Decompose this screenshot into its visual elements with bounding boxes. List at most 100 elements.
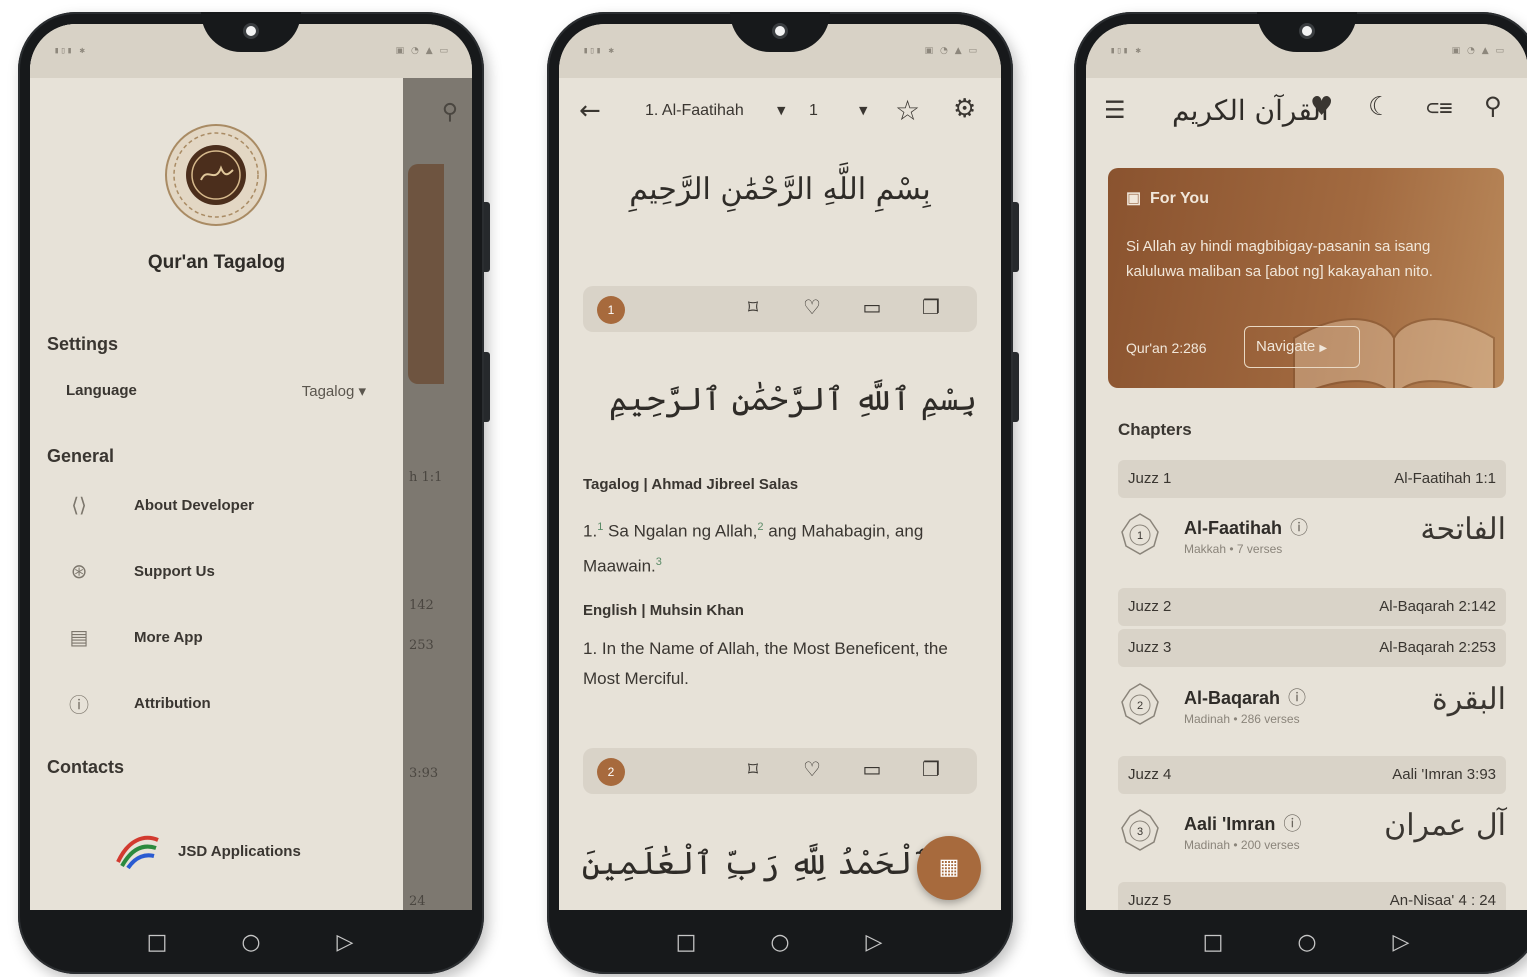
juzz-start: Aali 'Imran 3:93	[1392, 766, 1496, 783]
juzz-label: Juzz 4	[1128, 766, 1172, 783]
language-setting[interactable]: Language Tagalog ▾	[66, 382, 366, 400]
juzz-start: Al-Faatihah 1:1	[1394, 470, 1496, 487]
status-left-icons: ▮▯▮ ✱	[1110, 46, 1143, 56]
camera-icon	[772, 23, 788, 39]
home-icon[interactable]: ○	[238, 930, 264, 955]
copy-icon[interactable]: ❐	[918, 757, 944, 781]
chevron-down-icon: ▾	[358, 383, 366, 400]
recents-icon[interactable]: □	[673, 930, 699, 955]
system-nav-bar: □ ○ ▷	[1074, 910, 1527, 974]
developer-brand[interactable]: JSD Applications	[114, 832, 301, 870]
menu-icon[interactable]: ☰	[1104, 96, 1126, 124]
support-icon: ⊛	[70, 559, 88, 583]
back-triangle-icon[interactable]: ▷	[1388, 930, 1414, 955]
bookmark-icon[interactable]: ⌑	[740, 757, 766, 781]
search-icon: ⚲	[441, 100, 458, 125]
verse-action-bar: 2 ⌑ ♡ ▭ ❐	[583, 748, 977, 794]
juzz-row[interactable]: Juzz 1 Al-Faatihah 1:1	[1118, 460, 1506, 498]
language-label: Language	[66, 382, 137, 399]
chapter-row[interactable]: 2 Al-Baqarah ⓘ Madinah • 286 verses البقر…	[1118, 672, 1506, 736]
juzz-start: Al-Baqarah 2:253	[1379, 639, 1496, 656]
open-book-fab[interactable]: ▦	[917, 836, 981, 900]
verse-dropdown[interactable]: 1	[809, 102, 818, 120]
translation-part: Sa Ngalan ng Allah,	[608, 521, 758, 541]
contacts-heading: Contacts	[47, 757, 125, 777]
verse-arabic-text: بِسْمِ ٱللَّهِ ٱلرَّحْمَٰنِ ٱلرَّحِيمِ	[608, 380, 977, 418]
dimmed-label: 3:93	[409, 766, 439, 781]
verse-action-bar: 1 ⌑ ♡ ▭ ❐	[583, 286, 977, 332]
menu-item-label: More App	[134, 628, 203, 646]
tafsir-icon[interactable]: ▭	[859, 757, 885, 781]
juzz-row[interactable]: Juzz 3 Al-Baqarah 2:253	[1118, 629, 1506, 667]
menu-item-about-developer[interactable]: ⟨⟩ About Developer	[66, 487, 366, 523]
favorites-heart-icon[interactable]: ♥	[1310, 92, 1333, 122]
system-nav-bar: □ ○ ▷	[547, 910, 1013, 974]
home-icon[interactable]: ○	[767, 930, 793, 955]
tafsir-icon[interactable]: ▭	[859, 295, 885, 319]
app-logo	[165, 124, 267, 226]
camera-icon	[1299, 23, 1315, 39]
menu-item-more-app[interactable]: ▤ More App	[66, 619, 366, 655]
bookmark-icon[interactable]: ⌑	[740, 295, 766, 319]
star-icon[interactable]: ☆	[895, 94, 920, 127]
translation-heading-english: English | Muhsin Khan	[583, 602, 744, 619]
recents-icon[interactable]: □	[144, 930, 170, 955]
chapter-meta: Madinah • 200 verses	[1184, 838, 1300, 852]
search-icon[interactable]: ⚲	[1484, 92, 1502, 120]
language-dropdown[interactable]: Tagalog ▾	[302, 382, 366, 400]
menu-item-attribution[interactable]: ⓘ Attribution	[66, 685, 366, 721]
juzz-row[interactable]: Juzz 5 An-Nisaa' 4 : 24	[1118, 882, 1506, 910]
status-right-icons: ▣ ◔ ▲ ▭	[924, 46, 979, 56]
heart-icon[interactable]: ♡	[799, 295, 825, 319]
back-triangle-icon[interactable]: ▷	[332, 930, 358, 955]
dimmed-label: 253	[409, 638, 434, 653]
chevron-down-icon: ▼	[859, 104, 868, 117]
phone-reader: ▮▯▮ ✱ ▣ ◔ ▲ ▭ ← 1. Al-Faatihah ▼ 1 ▼ ☆ ⚙…	[547, 12, 1019, 974]
navigation-drawer: Qur'an Tagalog Settings Language Tagalog…	[30, 24, 403, 910]
chapter-arabic-name: آل عمران	[1384, 808, 1506, 843]
gear-icon[interactable]: ⚙	[953, 94, 976, 124]
chapter-arabic-name: الفاتحة	[1420, 512, 1506, 547]
info-icon[interactable]: ⓘ	[1283, 814, 1301, 834]
list-icon[interactable]: ⊂≡	[1426, 96, 1453, 121]
chapter-row[interactable]: 3 Aali 'Imran ⓘ Madinah • 200 verses آل ع…	[1118, 798, 1506, 862]
juzz-start: Al-Baqarah 2:142	[1379, 598, 1496, 615]
screen: ⚲ h 1:1 142 253 3:93 24 Qur'an Tagalog S…	[30, 24, 472, 910]
home-icon[interactable]: ○	[1294, 930, 1320, 955]
juzz-row[interactable]: Juzz 4 Aali 'Imran 3:93	[1118, 756, 1506, 794]
copy-icon[interactable]: ❐	[918, 295, 944, 319]
info-icon[interactable]: ⓘ	[1288, 688, 1306, 708]
moon-icon[interactable]: ☾	[1368, 92, 1391, 122]
verse-prefix: 1.	[583, 521, 598, 541]
status-left-icons: ▮▯▮ ✱	[54, 46, 87, 56]
chapter-name-text: Al-Baqarah	[1184, 688, 1281, 708]
translation-heading-tagalog: Tagalog | Ahmad Jibreel Salas	[583, 476, 799, 493]
back-arrow-icon[interactable]: ←	[579, 96, 601, 126]
power-button	[1013, 352, 1019, 422]
home-toolbar: ☰ القرآن الكريم ♥ ☾ ⊂≡ ⚲	[1086, 86, 1527, 138]
chapter-number-badge: 1	[1121, 513, 1159, 555]
camera-icon	[243, 23, 259, 39]
footnote-link[interactable]: 2	[757, 521, 763, 533]
for-you-title: For You	[1150, 190, 1209, 207]
recents-icon[interactable]: □	[1200, 930, 1226, 955]
heart-icon[interactable]: ♡	[799, 757, 825, 781]
for-you-heading: ▣ For You	[1126, 188, 1209, 208]
juzz-label: Juzz 1	[1128, 470, 1172, 487]
book-open-icon: ▣	[1126, 190, 1142, 207]
chapter-number-badge: 3	[1121, 809, 1159, 851]
bismillah-calligraphy: بِسْمِ اللَّهِ الرَّحْمَٰنِ الرَّحِيمِ	[629, 172, 931, 207]
navigate-button[interactable]: Navigate ▶	[1244, 326, 1360, 368]
chapter-dropdown[interactable]: 1. Al-Faatihah	[645, 102, 744, 120]
chevron-down-icon: ▼	[777, 104, 786, 117]
menu-item-support-us[interactable]: ⊛ Support Us	[66, 553, 366, 589]
info-icon[interactable]: ⓘ	[1290, 518, 1308, 538]
footnote-link[interactable]: 1	[597, 521, 603, 533]
footnote-link[interactable]: 3	[656, 556, 662, 568]
back-triangle-icon[interactable]: ▷	[861, 930, 887, 955]
chapter-number: 2	[1137, 700, 1143, 712]
juzz-row[interactable]: Juzz 2 Al-Baqarah 2:142	[1118, 588, 1506, 626]
chapter-row[interactable]: 1 Al-Faatihah ⓘ Makkah • 7 verses الفاتحة	[1118, 502, 1506, 566]
chapter-number: 3	[1137, 826, 1143, 838]
juzz-start: An-Nisaa' 4 : 24	[1389, 892, 1496, 909]
